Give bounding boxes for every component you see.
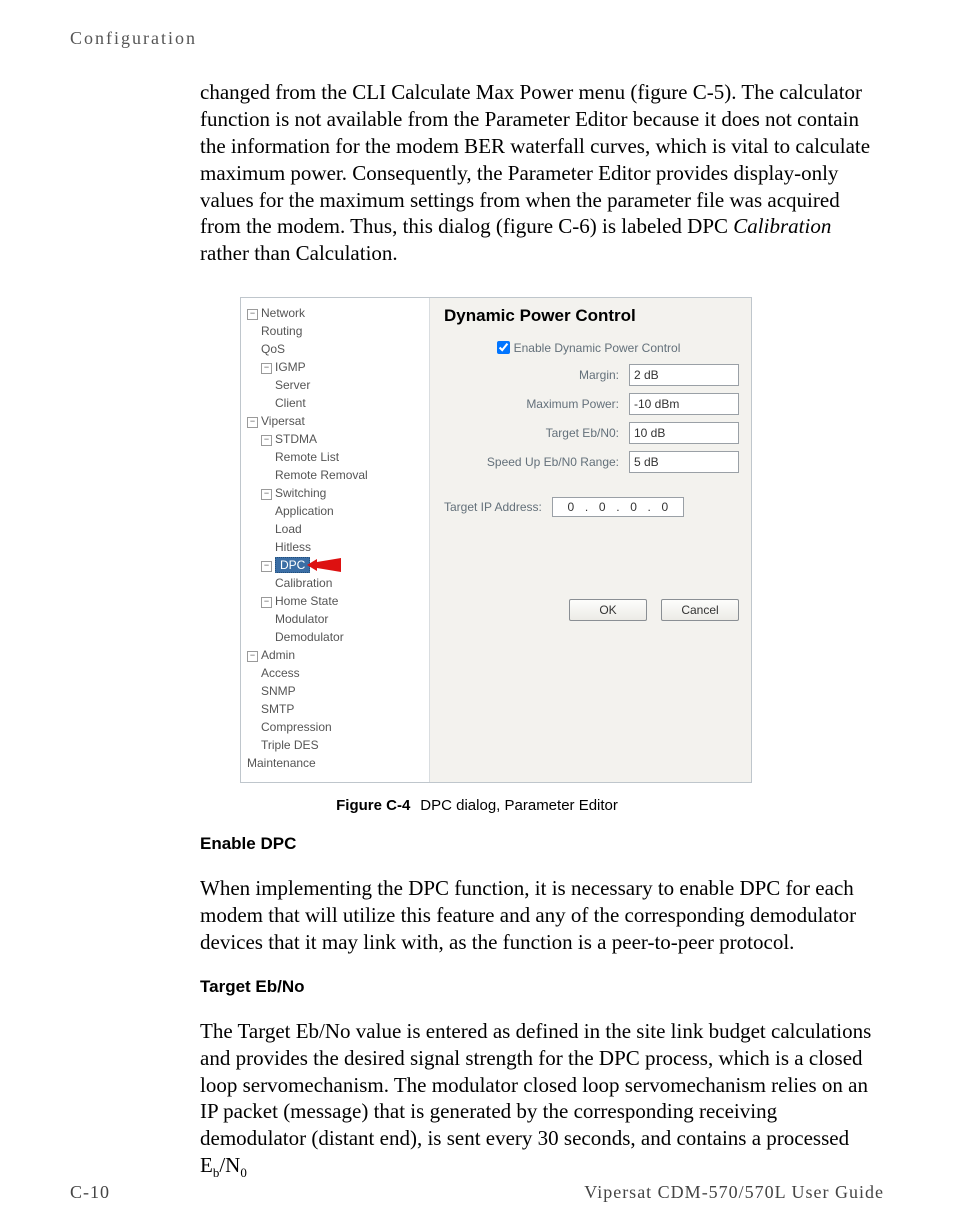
target-ip-input[interactable]: . . . — [552, 497, 684, 517]
target-ebno-text: The Target Eb/No value is entered as def… — [200, 1019, 871, 1177]
tree-node-triple-des[interactable]: Triple DES — [261, 736, 425, 754]
dialog-button-row: OK Cancel — [444, 599, 739, 621]
tree-node-demodulator[interactable]: Demodulator — [275, 628, 425, 646]
tree-node-client[interactable]: Client — [275, 394, 425, 412]
cancel-button[interactable]: Cancel — [661, 599, 739, 621]
target-ebno-between: /N — [219, 1153, 240, 1177]
speedup-row: Speed Up Eb/N0 Range: — [444, 451, 739, 473]
max-power-row: Maximum Power: — [444, 393, 739, 415]
figure-dialog: −Network Routing QoS −IGMP Server Client — [240, 297, 884, 783]
ip-octet-4[interactable] — [653, 500, 677, 514]
tree-node-calibration[interactable]: Calibration — [275, 574, 425, 592]
tree-node-access[interactable]: Access — [261, 664, 425, 682]
ip-dot: . — [614, 500, 621, 514]
tree-node-remote-list[interactable]: Remote List — [275, 448, 425, 466]
tree-node-stdma[interactable]: −STDMA Remote List Remote Removal — [261, 430, 425, 484]
collapse-icon[interactable]: − — [261, 363, 272, 374]
enable-dpc-row: Enable Dynamic Power Control — [444, 338, 739, 357]
tree-node-dpc[interactable]: −DPC Calibration — [261, 556, 425, 592]
tree-node-igmp[interactable]: −IGMP Server Client — [261, 358, 425, 412]
enable-dpc-checkbox[interactable] — [497, 341, 510, 354]
figure-text: DPC dialog, Parameter Editor — [420, 797, 618, 814]
tree-node-switching[interactable]: −Switching Application Load Hitless — [261, 484, 425, 556]
margin-row: Margin: — [444, 364, 739, 386]
target-ebn0-label: Target Eb/N0: — [546, 426, 619, 440]
collapse-icon[interactable]: − — [247, 417, 258, 428]
collapse-icon[interactable]: − — [247, 309, 258, 320]
tree-node-vipersat[interactable]: −Vipersat −STDMA Remote List Remote Remo… — [247, 412, 425, 646]
ip-dot: . — [583, 500, 590, 514]
tree-node-compression[interactable]: Compression — [261, 718, 425, 736]
target-ebn0-input[interactable] — [629, 422, 739, 444]
tree-node-home-state[interactable]: −Home State Modulator Demodulator — [261, 592, 425, 646]
page-number: C-10 — [70, 1182, 110, 1203]
subscript-0: 0 — [240, 1165, 247, 1180]
speedup-input[interactable] — [629, 451, 739, 473]
collapse-icon[interactable]: − — [261, 597, 272, 608]
heading-target-ebno: Target Eb/No — [200, 977, 884, 997]
tree-node-application[interactable]: Application — [275, 502, 425, 520]
intro-italic: Calibration — [733, 214, 831, 238]
collapse-icon[interactable]: − — [261, 561, 272, 572]
figure-label: Figure C-4 — [336, 797, 410, 814]
collapse-icon[interactable]: − — [261, 489, 272, 500]
speedup-label: Speed Up Eb/N0 Range: — [487, 455, 619, 469]
dpc-form-pane: Dynamic Power Control Enable Dynamic Pow… — [430, 298, 751, 782]
margin-input[interactable] — [629, 364, 739, 386]
tree-node-modulator[interactable]: Modulator — [275, 610, 425, 628]
tree-node-hitless[interactable]: Hitless — [275, 538, 425, 556]
ip-octet-3[interactable] — [622, 500, 646, 514]
running-head: Configuration — [70, 28, 884, 49]
target-ip-row: Target IP Address: . . . — [444, 497, 739, 517]
collapse-icon[interactable]: − — [261, 435, 272, 446]
ok-button[interactable]: OK — [569, 599, 647, 621]
page-footer: C-10 Vipersat CDM-570/570L User Guide — [70, 1182, 884, 1203]
margin-label: Margin: — [579, 368, 619, 382]
tree-node-routing[interactable]: Routing — [261, 322, 425, 340]
tree-node-maintenance[interactable]: Maintenance — [247, 754, 425, 772]
tree-pane: −Network Routing QoS −IGMP Server Client — [241, 298, 430, 782]
target-ebno-paragraph: The Target Eb/No value is entered as def… — [200, 1018, 884, 1182]
tree-node-qos[interactable]: QoS — [261, 340, 425, 358]
target-ip-label: Target IP Address: — [444, 500, 542, 514]
tree-node-snmp[interactable]: SNMP — [261, 682, 425, 700]
dialog-title: Dynamic Power Control — [444, 306, 739, 326]
ip-dot: . — [646, 500, 653, 514]
max-power-label: Maximum Power: — [526, 397, 619, 411]
tree-node-server[interactable]: Server — [275, 376, 425, 394]
ip-octet-1[interactable] — [559, 500, 583, 514]
max-power-input[interactable] — [629, 393, 739, 415]
dpc-dialog: −Network Routing QoS −IGMP Server Client — [240, 297, 752, 783]
tree-selected-dpc[interactable]: DPC — [275, 557, 310, 573]
footer-title: Vipersat CDM-570/570L User Guide — [584, 1182, 884, 1203]
enable-dpc-label: Enable Dynamic Power Control — [514, 341, 681, 355]
tree-node-remote-removal[interactable]: Remote Removal — [275, 466, 425, 484]
figure-caption: Figure C-4 DPC dialog, Parameter Editor — [70, 797, 884, 814]
tree-node-load[interactable]: Load — [275, 520, 425, 538]
tree-node-admin[interactable]: −Admin Access SNMP SMTP Compression Trip… — [247, 646, 425, 754]
callout-arrow-icon — [307, 558, 341, 572]
target-ebn0-row: Target Eb/N0: — [444, 422, 739, 444]
enable-dpc-paragraph: When implementing the DPC function, it i… — [200, 875, 884, 956]
intro-paragraph: changed from the CLI Calculate Max Power… — [200, 79, 884, 267]
tree-node-smtp[interactable]: SMTP — [261, 700, 425, 718]
ip-octet-2[interactable] — [590, 500, 614, 514]
heading-enable-dpc: Enable DPC — [200, 834, 884, 854]
intro-tail: rather than Calculation. — [200, 241, 398, 265]
collapse-icon[interactable]: − — [247, 651, 258, 662]
tree-node-network[interactable]: −Network Routing QoS −IGMP Server Client — [247, 304, 425, 412]
